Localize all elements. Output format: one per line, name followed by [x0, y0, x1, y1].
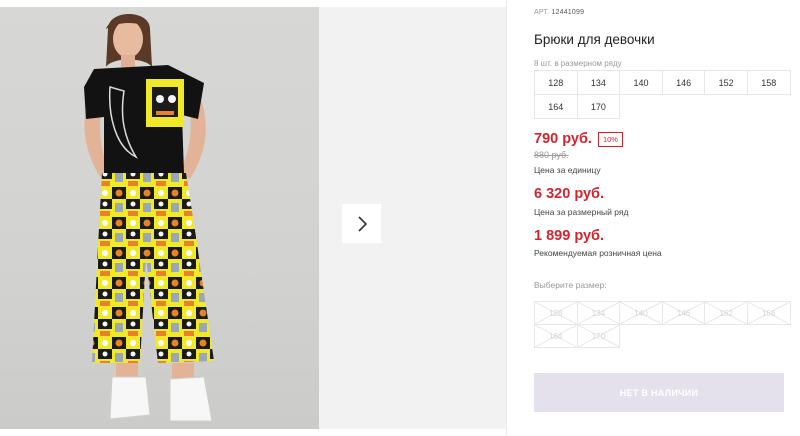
- old-price: 880 руб.: [534, 150, 569, 160]
- current-price: 790 руб.: [534, 131, 592, 147]
- size-option-unavailable[interactable]: 164: [534, 324, 578, 348]
- size-option-label: 134: [591, 308, 606, 318]
- size-option-label: 128: [549, 308, 563, 318]
- size-option-unavailable[interactable]: 158: [746, 301, 791, 325]
- size-set-item: 140: [619, 70, 663, 95]
- unit-price-hint: Цена за единицу: [534, 165, 601, 175]
- chevron-right-icon: [357, 215, 367, 232]
- out-of-stock-button[interactable]: НЕТ В НАЛИЧИИ: [534, 373, 784, 412]
- size-set-item: 158: [746, 70, 791, 95]
- panel-divider: [506, 0, 507, 436]
- discount-badge: 10%: [597, 131, 623, 147]
- size-set-item: 164: [534, 94, 578, 119]
- sku-line: АРТ. 12441099: [534, 9, 584, 16]
- size-picker: 128 134 140 146 152 158 164 170: [534, 301, 791, 348]
- size-set-caption: 8 шт. в размерном ряду: [534, 59, 622, 68]
- size-set-item: 152: [704, 70, 748, 95]
- size-option-unavailable[interactable]: 146: [661, 301, 706, 325]
- size-picker-caption: Выберите размер:: [534, 280, 607, 290]
- recommended-price: 1 899 руб.: [534, 228, 605, 244]
- size-option-unavailable[interactable]: 152: [704, 301, 748, 325]
- size-option-label: 140: [634, 308, 648, 318]
- size-set-grid: 128 134 140 146 152 158 164 170: [534, 70, 791, 119]
- product-title: Брюки для девочки: [534, 32, 655, 47]
- size-option-unavailable[interactable]: 170: [576, 324, 621, 348]
- gallery-next-button[interactable]: [342, 204, 381, 243]
- product-gallery: [0, 7, 506, 429]
- size-set-item: 146: [661, 70, 706, 95]
- size-set-item: 134: [576, 70, 621, 95]
- sku-label: АРТ.: [534, 9, 550, 16]
- size-option-label: 152: [719, 308, 733, 318]
- product-photo: [0, 7, 319, 429]
- size-set-item: 128: [534, 70, 578, 95]
- price-row: 790 руб. 10%: [534, 131, 623, 147]
- model-illustration: [84, 14, 214, 422]
- sku-number: 12441099: [551, 9, 585, 16]
- size-option-unavailable[interactable]: 128: [534, 301, 578, 325]
- set-price: 6 320 руб.: [534, 186, 605, 202]
- size-option-label: 158: [762, 308, 776, 318]
- size-option-unavailable[interactable]: 134: [576, 301, 621, 325]
- size-option-label: 164: [549, 331, 563, 341]
- size-set-item: 170: [576, 94, 621, 119]
- size-option-unavailable[interactable]: 140: [619, 301, 663, 325]
- size-option-label: 146: [676, 308, 691, 318]
- size-option-label: 170: [591, 331, 606, 341]
- recommended-price-hint: Рекомендуемая розничная цена: [534, 248, 662, 258]
- set-price-hint: Цена за размерный ряд: [534, 207, 629, 217]
